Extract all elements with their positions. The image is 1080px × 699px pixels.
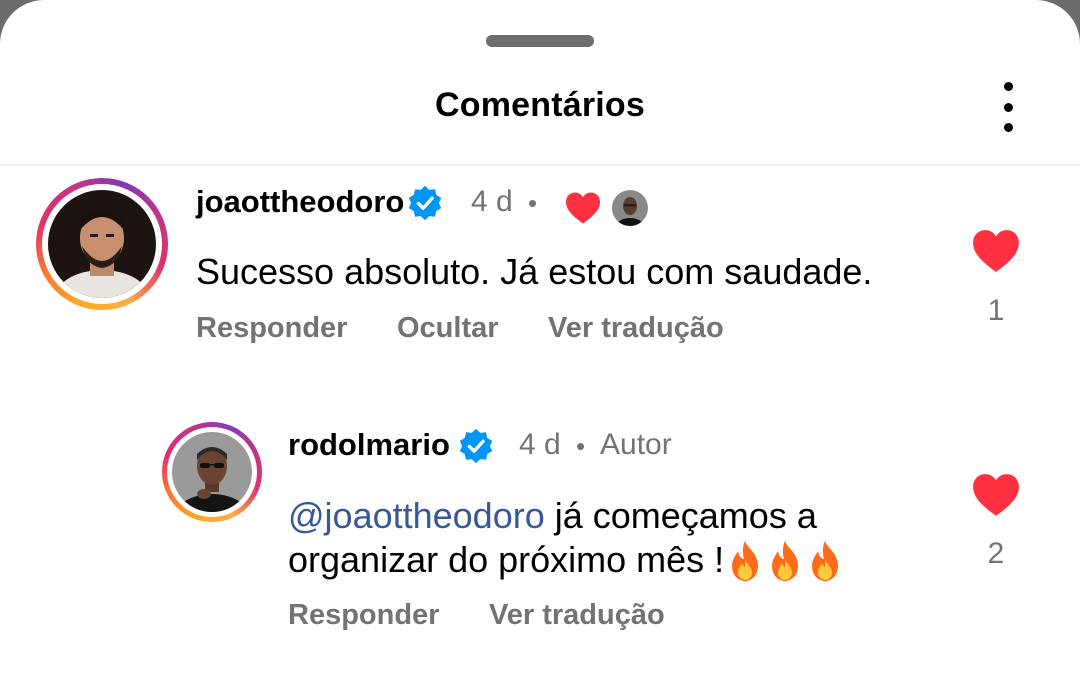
avatar[interactable] — [36, 178, 168, 310]
author-tag: Autor — [600, 428, 672, 461]
avatar[interactable] — [162, 422, 262, 522]
like-heart-icon[interactable] — [971, 472, 1021, 518]
fire-emoji-icon — [724, 539, 844, 585]
verified-badge-icon — [408, 185, 442, 221]
liked-by-author-heart-icon — [566, 192, 600, 224]
reply-button[interactable]: Responder — [196, 312, 347, 345]
drag-handle[interactable] — [486, 35, 594, 47]
meta-separator: • — [528, 188, 538, 218]
meta-separator: • — [576, 431, 586, 461]
mention-link[interactable]: @joaottheodoro — [288, 495, 545, 536]
verified-badge-icon — [459, 428, 493, 464]
comments-sheet: Comentários joaottheodoro 4 d • Sucesso … — [0, 0, 1080, 699]
see-translation-button[interactable]: Ver tradução — [548, 312, 724, 345]
comment-time: 4 d — [471, 185, 513, 218]
like-count: 2 — [987, 537, 1005, 570]
reply-text: @joaottheodoro já começamos a organizar … — [288, 494, 928, 585]
reply-text-line1: já começamos a — [544, 495, 817, 536]
see-translation-button[interactable]: Ver tradução — [489, 599, 665, 632]
more-vertical-icon[interactable] — [990, 82, 1026, 132]
hide-button[interactable]: Ocultar — [397, 312, 499, 345]
comment-username[interactable]: joaottheodoro — [196, 184, 404, 220]
reply-text-line2: organizar do próximo mês ! — [288, 539, 725, 580]
author-mini-avatar — [612, 190, 648, 226]
like-count: 1 — [987, 294, 1005, 327]
like-heart-icon[interactable] — [971, 228, 1021, 274]
header-divider — [0, 164, 1080, 166]
comment-text: Sucesso absoluto. Já estou com saudade. — [196, 251, 873, 292]
reply-username[interactable]: rodolmario — [288, 427, 450, 463]
reply-time: 4 d — [519, 428, 561, 461]
page-title: Comentários — [434, 86, 646, 124]
reply-button[interactable]: Responder — [288, 599, 439, 632]
